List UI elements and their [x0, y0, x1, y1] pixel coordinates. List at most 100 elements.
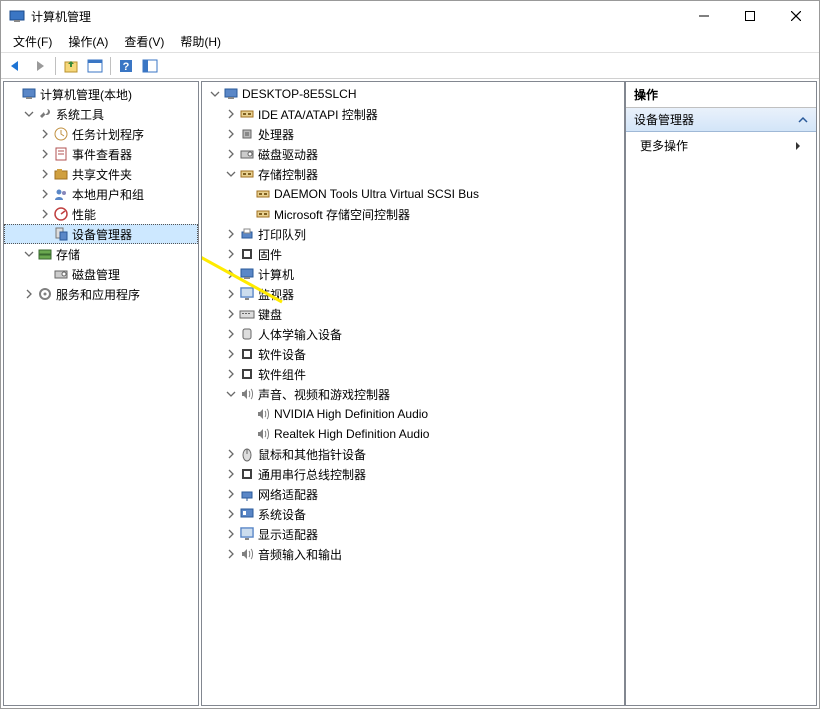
tree-item[interactable]: 磁盘管理	[4, 264, 198, 284]
tree-item[interactable]: 系统设备	[202, 504, 624, 524]
app-icon	[9, 8, 25, 24]
expand-icon[interactable]	[224, 127, 238, 141]
tree-item[interactable]: 服务和应用程序	[4, 284, 198, 304]
up-button[interactable]	[60, 55, 82, 77]
expand-icon[interactable]	[224, 267, 238, 281]
close-button[interactable]	[773, 1, 819, 31]
tree-item[interactable]: Realtek High Definition Audio	[202, 424, 624, 444]
actions-section[interactable]: 设备管理器	[626, 108, 816, 132]
tree-item[interactable]: 声音、视频和游戏控制器	[202, 384, 624, 404]
device-icon	[53, 226, 69, 242]
expand-icon[interactable]	[38, 147, 52, 161]
expand-icon[interactable]	[38, 207, 52, 221]
properties-button[interactable]	[139, 55, 161, 77]
menu-file[interactable]: 文件(F)	[5, 31, 60, 52]
softcmp-icon	[239, 366, 255, 382]
expand-icon[interactable]	[224, 467, 238, 481]
tree-item[interactable]: 本地用户和组	[4, 184, 198, 204]
tree-item[interactable]: Microsoft 存储空间控制器	[202, 204, 624, 224]
device-tree[interactable]: DESKTOP-8E5SLCH IDE ATA/ATAPI 控制器处理器磁盘驱动器…	[202, 82, 624, 566]
tree-item-label: 系统工具	[56, 106, 104, 123]
show-hide-tree-button[interactable]	[84, 55, 106, 77]
expand-icon[interactable]	[224, 287, 238, 301]
expand-icon[interactable]	[224, 247, 238, 261]
wrench-icon	[37, 106, 53, 122]
expand-icon[interactable]	[224, 487, 238, 501]
event-icon	[53, 146, 69, 162]
minimize-button[interactable]	[681, 1, 727, 31]
tree-item[interactable]: 人体学输入设备	[202, 324, 624, 344]
tree-item[interactable]: 键盘	[202, 304, 624, 324]
expand-icon[interactable]	[224, 307, 238, 321]
tree-item-label: DAEMON Tools Ultra Virtual SCSI Bus	[274, 187, 479, 201]
menu-view[interactable]: 查看(V)	[116, 31, 172, 52]
expand-icon[interactable]	[224, 327, 238, 341]
tree-item-label: 显示适配器	[258, 526, 318, 543]
expand-icon[interactable]	[38, 167, 52, 181]
expand-icon[interactable]	[224, 347, 238, 361]
tree-item[interactable]: 鼠标和其他指针设备	[202, 444, 624, 464]
menu-action[interactable]: 操作(A)	[60, 31, 116, 52]
tree-item[interactable]: 设备管理器	[4, 224, 198, 244]
expand-icon[interactable]	[224, 507, 238, 521]
back-button[interactable]	[5, 55, 27, 77]
tree-item[interactable]: 软件组件	[202, 364, 624, 384]
tree-item[interactable]: 计算机管理(本地)	[4, 84, 198, 104]
collapse-icon[interactable]	[224, 167, 238, 181]
expand-icon[interactable]	[38, 187, 52, 201]
users-icon	[53, 186, 69, 202]
tree-item-label: 计算机管理(本地)	[40, 86, 132, 103]
soft-icon	[239, 346, 255, 362]
expand-icon[interactable]	[224, 447, 238, 461]
tree-item[interactable]: 处理器	[202, 124, 624, 144]
tree-item-label: 声音、视频和游戏控制器	[258, 386, 390, 403]
tree-item[interactable]: 打印队列	[202, 224, 624, 244]
display-icon	[239, 526, 255, 542]
tree-item-label: 事件查看器	[72, 146, 132, 163]
maximize-button[interactable]	[727, 1, 773, 31]
tree-item[interactable]: 音频输入和输出	[202, 544, 624, 564]
expand-icon[interactable]	[224, 227, 238, 241]
tree-item[interactable]: IDE ATA/ATAPI 控制器	[202, 104, 624, 124]
content-area: 计算机管理(本地)系统工具任务计划程序事件查看器共享文件夹本地用户和组性能设备管…	[1, 79, 819, 708]
tree-item[interactable]: DAEMON Tools Ultra Virtual SCSI Bus	[202, 184, 624, 204]
collapse-icon[interactable]	[22, 247, 36, 261]
tree-item[interactable]: 显示适配器	[202, 524, 624, 544]
scope-tree[interactable]: 计算机管理(本地) 系统工具任务计划程序事件查看器共享文件夹本地用户和组性能设备管…	[4, 82, 198, 306]
collapse-icon[interactable]	[22, 107, 36, 121]
actions-more[interactable]: 更多操作	[626, 132, 816, 159]
expand-icon[interactable]	[38, 127, 52, 141]
help-button[interactable]: ?	[115, 55, 137, 77]
tree-item-label: 键盘	[258, 306, 282, 323]
tree-item[interactable]: 事件查看器	[4, 144, 198, 164]
actions-section-label: 设备管理器	[634, 111, 694, 128]
tree-item[interactable]: 固件	[202, 244, 624, 264]
expand-icon[interactable]	[22, 287, 36, 301]
tree-item[interactable]: 通用串行总线控制器	[202, 464, 624, 484]
tree-item[interactable]: 软件设备	[202, 344, 624, 364]
services-icon	[37, 286, 53, 302]
expand-icon[interactable]	[224, 547, 238, 561]
share-icon	[53, 166, 69, 182]
expand-icon[interactable]	[224, 367, 238, 381]
collapse-icon[interactable]	[208, 87, 222, 101]
tree-item[interactable]: 磁盘驱动器	[202, 144, 624, 164]
tree-item[interactable]: 计算机	[202, 264, 624, 284]
expand-icon[interactable]	[224, 107, 238, 121]
tree-item[interactable]: 存储控制器	[202, 164, 624, 184]
tree-item[interactable]: NVIDIA High Definition Audio	[202, 404, 624, 424]
tree-item[interactable]: 系统工具	[4, 104, 198, 124]
expand-icon[interactable]	[224, 527, 238, 541]
collapse-icon[interactable]	[224, 387, 238, 401]
tree-item[interactable]: 网络适配器	[202, 484, 624, 504]
tree-item[interactable]: 性能	[4, 204, 198, 224]
menu-help[interactable]: 帮助(H)	[172, 31, 229, 52]
expand-icon[interactable]	[224, 147, 238, 161]
tree-item[interactable]: 监视器	[202, 284, 624, 304]
tree-item[interactable]: 共享文件夹	[4, 164, 198, 184]
tree-item[interactable]: DESKTOP-8E5SLCH	[202, 84, 624, 104]
tree-item-label: IDE ATA/ATAPI 控制器	[258, 106, 378, 123]
tree-item[interactable]: 存储	[4, 244, 198, 264]
forward-button[interactable]	[29, 55, 51, 77]
tree-item[interactable]: 任务计划程序	[4, 124, 198, 144]
